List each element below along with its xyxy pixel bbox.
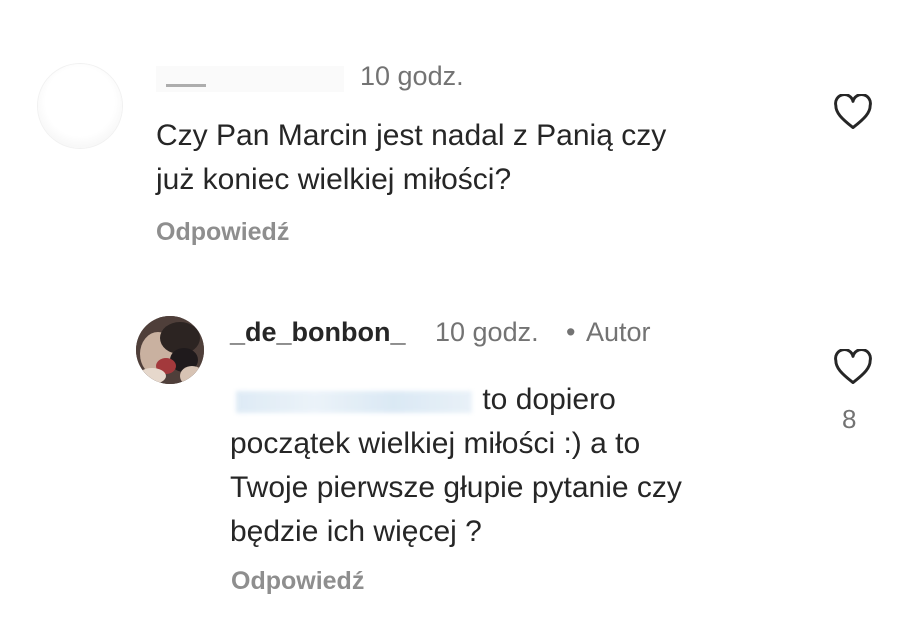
- reply-button[interactable]: Odpowiedź: [231, 567, 364, 596]
- comment-line: już koniec wielkiej miłości?: [156, 163, 512, 196]
- comment-line: to dopiero: [482, 383, 616, 416]
- avatar-photo-image: [136, 316, 204, 384]
- separator-dot: •: [566, 317, 576, 347]
- comment-timestamp: 10 godz.: [360, 61, 464, 91]
- reply-button[interactable]: Odpowiedź: [156, 218, 289, 247]
- avatar[interactable]: [136, 316, 204, 384]
- heart-outline-icon[interactable]: [833, 349, 873, 385]
- username-redacted: [156, 66, 344, 92]
- comment-timestamp: 10 godz.: [435, 317, 539, 347]
- comment-text: Czy Pan Marcin jest nadal z Panią czy ju…: [156, 114, 796, 202]
- mention-redacted[interactable]: [230, 383, 474, 415]
- avatar[interactable]: [38, 64, 122, 148]
- comment-line: Czy Pan Marcin jest nadal z Panią czy: [156, 119, 667, 152]
- heart-outline-icon[interactable]: [833, 94, 873, 130]
- comment-line: Twoje pierwsze głupie pytanie czy: [230, 471, 682, 504]
- comment-line: początek wielkiej miłości :) a to: [230, 427, 641, 460]
- author-badge: Autor: [586, 317, 651, 347]
- comment-username[interactable]: _de_bonbon_: [230, 317, 406, 348]
- comment-line: będzie ich więcej ?: [230, 515, 482, 548]
- comment-text: to dopiero początek wielkiej miłości :) …: [230, 378, 810, 554]
- comments-thread: 10 godz. Czy Pan Marcin jest nadal z Pan…: [0, 0, 897, 630]
- like-count: 8: [842, 404, 857, 434]
